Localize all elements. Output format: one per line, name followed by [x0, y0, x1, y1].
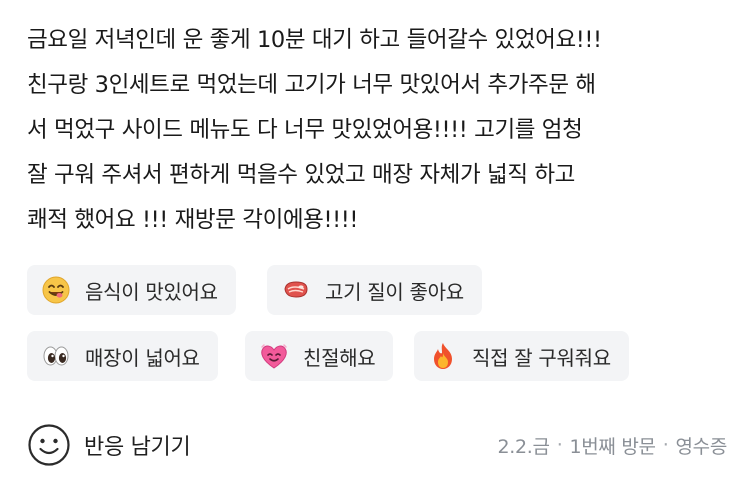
- tag-kind[interactable]: 친절해요: [245, 331, 394, 381]
- leave-reaction-button[interactable]: 반응 남기기: [27, 422, 191, 468]
- visit-date: 2.2.금: [497, 435, 550, 458]
- tag-food-tasty[interactable]: 음식이 맛있어요: [27, 265, 236, 315]
- fire-icon: [428, 341, 458, 371]
- separator-dot: ·: [662, 434, 669, 456]
- tag-grill-service[interactable]: 직접 잘 구워줘요: [414, 331, 629, 381]
- tag-store-spacious[interactable]: 매장이 넓어요: [27, 331, 218, 381]
- receipt-badge: 영수증: [675, 435, 727, 458]
- tag-label: 매장이 넓어요: [85, 345, 200, 370]
- eyes-icon: [41, 341, 71, 371]
- steak-icon: [281, 275, 311, 305]
- heart-face-icon: [259, 341, 289, 371]
- tag-label: 음식이 맛있어요: [85, 279, 218, 304]
- smile-outline-icon: [27, 423, 71, 467]
- tag-label: 직접 잘 구워줘요: [472, 345, 611, 370]
- separator-dot: ·: [556, 434, 563, 456]
- visit-count: 1번째 방문: [569, 435, 656, 458]
- tag-meat-quality[interactable]: 고기 질이 좋아요: [267, 265, 482, 315]
- review-meta: 2.2.금 · 1번째 방문 · 영수증: [497, 428, 727, 462]
- reaction-label: 반응 남기기: [84, 435, 191, 460]
- review-text: 금요일 저녁인데 운 좋게 10분 대기 하고 들어갈수 있었어요!!! 친구랑…: [27, 27, 602, 233]
- tag-label: 친절해요: [303, 345, 376, 370]
- yummy-face-icon: [41, 275, 71, 305]
- tag-label: 고기 질이 좋아요: [325, 279, 464, 304]
